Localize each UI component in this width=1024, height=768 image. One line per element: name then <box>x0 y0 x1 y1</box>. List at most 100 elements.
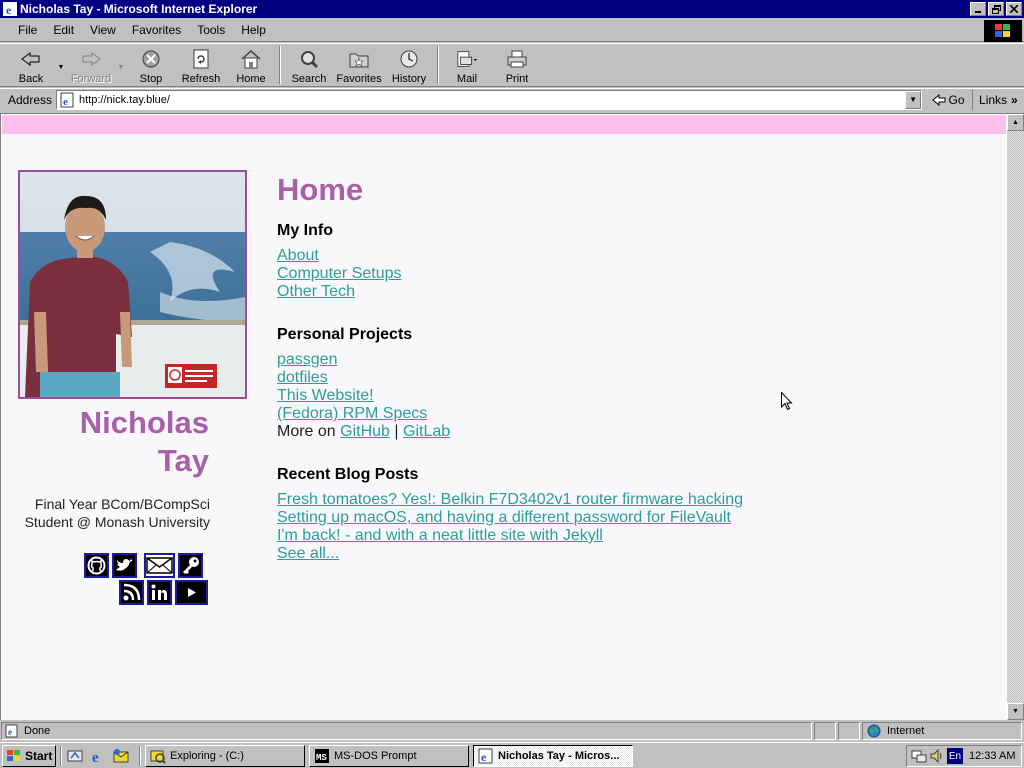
forward-button[interactable]: Forward <box>66 44 116 86</box>
main-content: Home My Info About Computer Setups Other… <box>277 170 977 584</box>
twitter-link[interactable] <box>112 553 137 578</box>
language-indicator[interactable]: En <box>947 748 963 764</box>
dotfiles-link[interactable]: dotfiles <box>277 369 977 387</box>
address-dropdown-button[interactable]: ▼ <box>905 90 922 109</box>
back-dropdown-button[interactable]: ▼ <box>56 44 66 86</box>
refresh-button[interactable]: Refresh <box>176 44 226 86</box>
start-button[interactable]: Start <box>2 744 56 767</box>
github-icon <box>87 556 106 575</box>
this-website-link[interactable]: This Website! <box>277 387 977 405</box>
refresh-icon <box>190 48 212 70</box>
title-bar: e Nicholas Tay - Microsoft Internet Expl… <box>0 0 1024 18</box>
printer-icon <box>506 48 528 70</box>
favorites-button[interactable]: Favorites <box>334 44 384 86</box>
task-msdos[interactable]: MS MS-DOS Prompt <box>309 744 469 767</box>
msdos-icon: MS <box>315 748 329 763</box>
email-icon <box>146 557 173 574</box>
links-button[interactable]: Links » <box>972 89 1018 110</box>
network-icon <box>911 750 927 763</box>
zone-label: Internet <box>887 725 925 737</box>
search-button[interactable]: Search <box>284 44 334 86</box>
linkedin-link[interactable] <box>147 580 172 605</box>
volume-tray-button[interactable] <box>929 748 945 764</box>
close-icon <box>1010 5 1018 13</box>
about-link[interactable]: About <box>277 247 977 265</box>
menu-favorites[interactable]: Favorites <box>124 19 189 41</box>
launch-outlook-button[interactable] <box>112 747 130 765</box>
blog-post-link[interactable]: I'm back! - and with a neat little site … <box>277 527 977 545</box>
task-internet-explorer[interactable]: e Nicholas Tay - Micros... <box>473 744 633 767</box>
close-button[interactable] <box>1006 2 1022 16</box>
blog-heading: Recent Blog Posts <box>277 466 419 483</box>
menu-tools[interactable]: Tools <box>189 19 233 41</box>
history-label: History <box>391 73 427 85</box>
computer-setups-link[interactable]: Computer Setups <box>277 265 977 283</box>
page-title: Home <box>277 172 364 207</box>
print-label: Print <box>505 73 529 85</box>
back-label: Back <box>18 73 44 85</box>
vertical-scrollbar[interactable]: ▲ ▼ <box>1007 114 1024 720</box>
taskbar-separator <box>139 745 141 766</box>
keybase-link[interactable] <box>178 553 203 578</box>
my-info-section: My Info About Computer Setups Other Tech <box>277 218 977 301</box>
github-link[interactable] <box>84 553 109 578</box>
other-tech-link[interactable]: Other Tech <box>277 283 977 301</box>
network-tray-button[interactable] <box>911 748 927 764</box>
address-input[interactable]: e http://nick.tay.blue/ ▼ <box>56 89 923 110</box>
forward-dropdown-button[interactable]: ▼ <box>116 44 126 86</box>
home-button[interactable]: Home <box>226 44 276 86</box>
clock[interactable]: 12:33 AM <box>969 750 1015 762</box>
print-button[interactable]: Print <box>492 44 542 86</box>
projects-heading: Personal Projects <box>277 326 413 343</box>
email-link[interactable] <box>144 553 175 578</box>
profile-name: Nicholas Tay <box>22 404 209 480</box>
ie-icon: e <box>3 2 17 16</box>
stop-label: Stop <box>139 73 163 85</box>
gitlab-text-link[interactable]: GitLab <box>403 423 450 440</box>
see-all-link[interactable]: See all... <box>277 545 977 563</box>
blog-post-link[interactable]: Setting up macOS, and having a different… <box>277 509 977 527</box>
task-exploring[interactable]: Exploring - (C:) <box>145 744 305 767</box>
status-text: Done <box>24 725 51 737</box>
task-label: Nicholas Tay - Micros... <box>498 749 620 762</box>
mouse-cursor-icon <box>781 392 793 411</box>
mail-label: Mail <box>456 73 478 85</box>
stop-button[interactable]: Stop <box>126 44 176 86</box>
menu-edit[interactable]: Edit <box>45 19 82 41</box>
show-desktop-button[interactable] <box>66 747 84 765</box>
chevron-down-icon: ▼ <box>117 63 125 71</box>
restore-button[interactable] <box>988 2 1004 16</box>
scroll-up-button[interactable]: ▲ <box>1007 114 1024 131</box>
mail-button[interactable]: Mail <box>442 44 492 86</box>
address-label: Address <box>8 92 53 107</box>
address-url: http://nick.tay.blue/ <box>79 93 170 106</box>
minimize-button[interactable] <box>970 2 986 16</box>
scroll-down-button[interactable]: ▼ <box>1007 703 1024 720</box>
profile-first-name: Nicholas <box>79 405 209 440</box>
rpm-specs-link[interactable]: (Fedora) RPM Specs <box>277 405 977 423</box>
go-button[interactable]: Go <box>928 90 968 110</box>
github-text-link[interactable]: GitHub <box>340 423 390 440</box>
more-on-line: More on GitHub | GitLab <box>277 423 977 441</box>
header-bar <box>2 115 1006 134</box>
youtube-link[interactable] <box>175 580 208 605</box>
links-label: Links <box>979 92 1008 107</box>
svg-text:e: e <box>92 750 99 764</box>
menu-help[interactable]: Help <box>233 19 274 41</box>
menu-file[interactable]: File <box>10 19 45 41</box>
launch-ie-button[interactable]: e <box>89 747 107 765</box>
back-button[interactable]: Back <box>6 44 56 86</box>
rss-link[interactable] <box>119 580 144 605</box>
forward-label: Forward <box>70 73 112 85</box>
passgen-link[interactable]: passgen <box>277 351 977 369</box>
linkedin-icon <box>151 584 167 600</box>
toolbar: Back ▼ Forward ▼ Stop Refresh Home Searc… <box>0 43 1024 87</box>
blog-post-link[interactable]: Fresh tomatoes? Yes!: Belkin F7D3402v1 r… <box>277 491 977 509</box>
status-bar: e Done Internet <box>0 721 1024 741</box>
menu-view[interactable]: View <box>82 19 124 41</box>
go-arrow-icon <box>931 93 946 106</box>
speaker-icon <box>930 748 942 764</box>
my-info-heading: My Info <box>277 222 333 239</box>
history-button[interactable]: History <box>384 44 434 86</box>
show-desktop-icon <box>67 750 83 761</box>
